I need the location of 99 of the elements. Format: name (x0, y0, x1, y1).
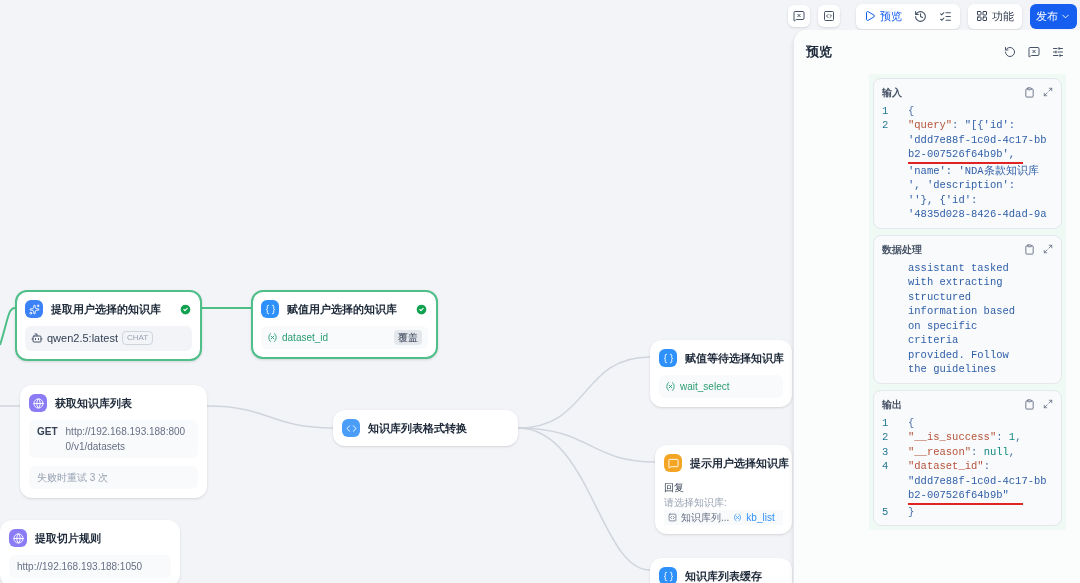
variables-button[interactable] (788, 5, 810, 28)
section-title: 输出 (882, 397, 902, 412)
features-button[interactable]: 功能 (968, 4, 1022, 29)
variable-icon (267, 332, 278, 343)
code-line: on specific (908, 318, 978, 333)
code-line: provided. Follow (908, 347, 1009, 362)
line-number: 3 (882, 444, 890, 459)
node-title: 赋值等待选择知识库 (685, 350, 784, 366)
publish-button[interactable]: 发布 (1030, 4, 1077, 29)
line-number: 1 (882, 415, 890, 430)
robot-icon (31, 332, 43, 345)
copy-icon[interactable] (1024, 86, 1035, 98)
section-title: 输入 (882, 85, 902, 100)
env-button[interactable] (818, 5, 840, 28)
code-line: assistant tasked (908, 260, 1009, 275)
reference-label: 知识库列... (681, 511, 730, 525)
sparkle-icon (25, 300, 43, 318)
code-line: "__is_success": 1, (908, 430, 1022, 445)
braces-icon (261, 300, 279, 318)
code-line: { (908, 103, 915, 118)
code-line: { (908, 415, 915, 430)
code-line: ''}, {'id': (908, 192, 978, 207)
request-url: http://192.168.193.188:1050 (17, 560, 143, 574)
success-icon (415, 302, 428, 316)
code-line: the guidelines (908, 362, 997, 377)
line-number: 5 (882, 504, 890, 519)
reply-label: 回复 (664, 481, 685, 495)
mode-tag: CHAT (121, 331, 154, 346)
line-number: 2 (882, 118, 890, 133)
node-title: 知识库列表缓存 (685, 568, 762, 583)
copy-icon[interactable] (1024, 243, 1035, 255)
code-line: criteria (908, 333, 959, 348)
operation-tag: 覆盖 (394, 330, 422, 345)
workflow-node[interactable]: 赋值等待选择知识库 wait_select (650, 340, 792, 407)
line-number: 4 (882, 459, 890, 474)
code-line: b2-007526f64b9b" (908, 488, 1010, 503)
line-number: 1 (882, 103, 890, 118)
variable-icon (665, 381, 676, 392)
node-title: 赋值用户选择的知识库 (287, 301, 397, 317)
node-title: 提示用户选择知识库 (690, 455, 789, 471)
code-line: information based (908, 304, 1016, 319)
line-number: 2 (882, 430, 890, 445)
code-icon (342, 419, 360, 437)
workflow-node[interactable]: 提取用户选择的知识库 qwen2.5:latest CHAT (15, 290, 202, 361)
code-line: "query": "[{'id': (908, 118, 1016, 133)
grid-icon (976, 10, 988, 23)
code-line: } (908, 504, 915, 519)
history-icon[interactable] (914, 9, 927, 23)
code-line: 'name': 'NDA条款知识库 (908, 163, 1039, 178)
model-name: qwen2.5:latest (47, 331, 118, 346)
code-line: "dataset_id": (908, 459, 990, 474)
reset-icon[interactable] (1004, 45, 1016, 58)
expand-icon[interactable] (1043, 87, 1053, 97)
section-title: 数据处理 (882, 242, 922, 257)
workflow-node[interactable]: 赋值用户选择的知识库 dataset_id 覆盖 (251, 290, 438, 359)
node-title: 提取切片规则 (35, 530, 101, 546)
variable-name: wait_select (680, 380, 730, 394)
retry-text: 失败时重试 3 次 (29, 466, 198, 489)
workflow-node[interactable]: 提示用户选择知识库 回复 请选择知识库: 知识库列... kb_list (655, 445, 792, 534)
workflow-node[interactable]: 获取知识库列表 GET http://192.168.193.188:8000/v1/datasets 失败时重试 3 次 (20, 385, 207, 498)
variable-icon (733, 513, 743, 522)
globe-icon (9, 529, 27, 547)
code-line: 'ddd7e88f-1c0d-4c17-bb (908, 132, 1047, 147)
http-method: GET (37, 425, 58, 439)
code-icon (668, 513, 677, 522)
code-line: "ddd7e88f-1c0d-4c17-bb (908, 473, 1047, 488)
env-icon (823, 10, 835, 23)
workflow-node[interactable]: 知识库列表格式转换 (333, 410, 518, 446)
braces-icon (659, 349, 677, 367)
message-icon (664, 454, 682, 472)
settings-icon[interactable] (1052, 45, 1064, 58)
braces-icon (659, 567, 677, 583)
copy-icon[interactable] (1024, 398, 1035, 410)
variables-icon[interactable] (1028, 45, 1040, 58)
code-line: structured (908, 289, 971, 304)
node-title: 提取用户选择的知识库 (51, 301, 161, 317)
code-line: '4835d028-8426-4dad-9a (908, 207, 1047, 222)
code-line: "__reason": null, (908, 444, 1016, 459)
workflow-node[interactable]: 知识库列表缓存 (650, 558, 792, 583)
request-url: http://192.168.193.188:8000/v1/datasets (65, 425, 187, 454)
variable-name: dataset_id (282, 331, 329, 345)
success-icon (179, 302, 192, 316)
code-line: with extracting (908, 275, 1003, 290)
expand-icon[interactable] (1043, 399, 1053, 409)
variables-icon (793, 10, 805, 23)
expand-icon[interactable] (1043, 244, 1053, 254)
panel-title: 预览 (806, 43, 832, 61)
checklist-icon[interactable] (939, 9, 952, 23)
code-line: ', 'description': (908, 178, 1016, 193)
play-icon (864, 10, 876, 23)
globe-icon (29, 394, 47, 412)
edge-line (0, 307, 16, 346)
workflow-node[interactable]: 提取切片规则 http://192.168.193.188:1050 (0, 520, 180, 583)
reference-variable: kb_list (746, 511, 775, 525)
node-title: 知识库列表格式转换 (368, 420, 467, 436)
node-title: 获取知识库列表 (55, 395, 132, 411)
edge-line (201, 307, 252, 309)
code-line: b2-007526f64b9b', (908, 147, 1017, 162)
reply-text: 请选择知识库: (664, 496, 728, 510)
